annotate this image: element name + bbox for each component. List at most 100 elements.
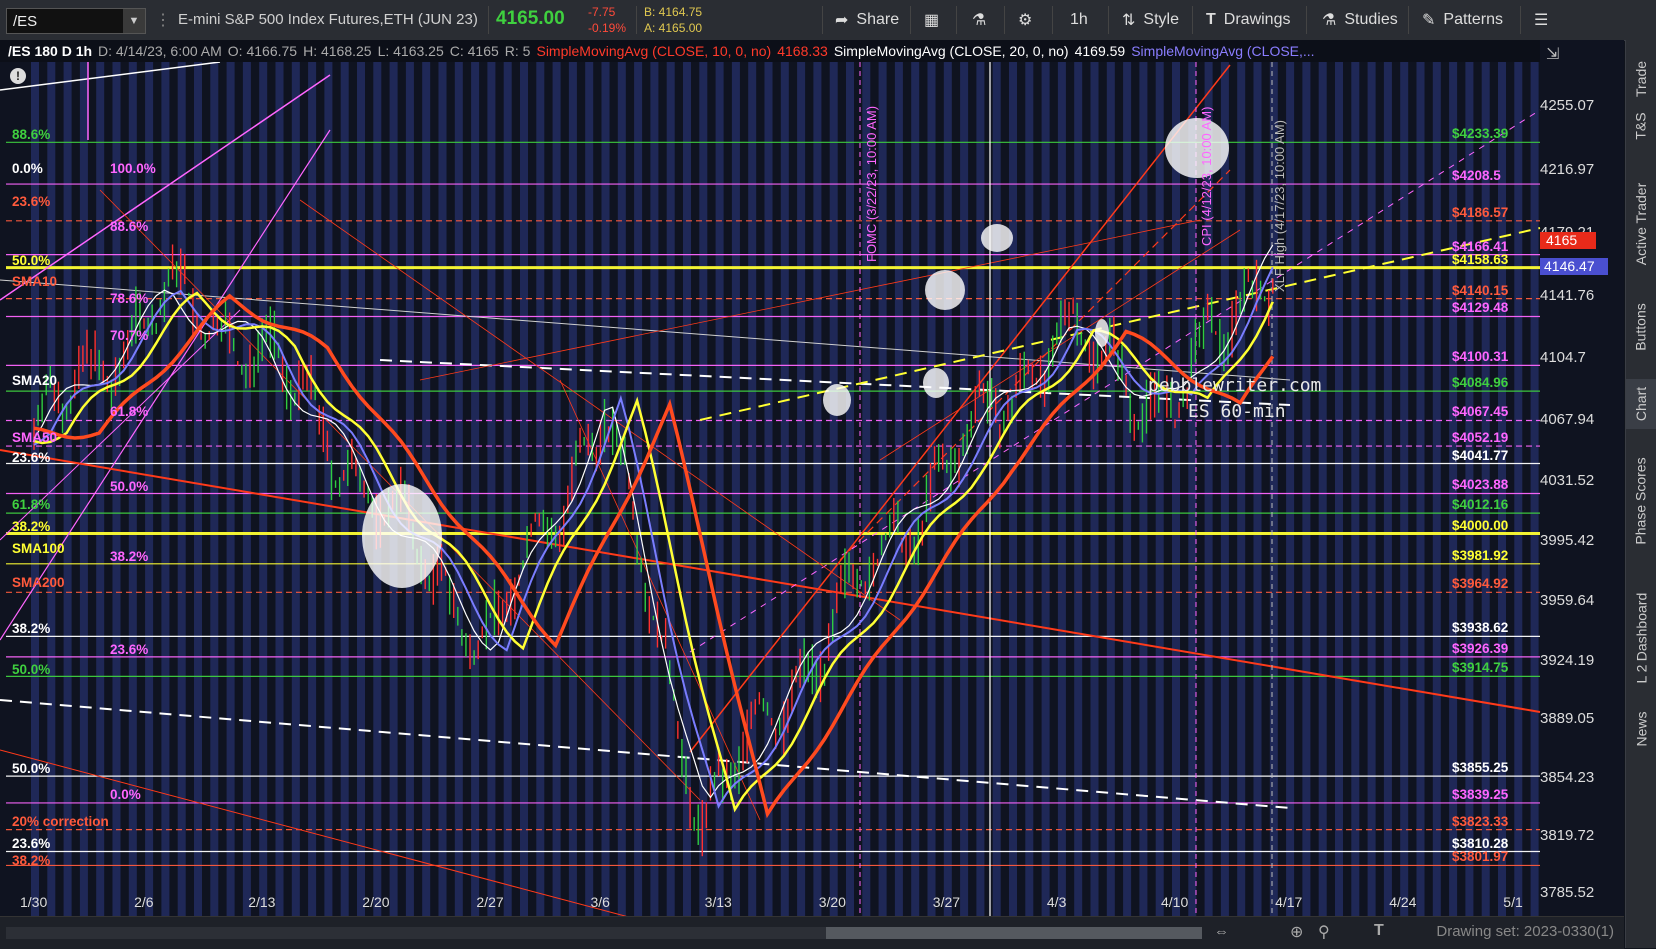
xlf-annotation: XLF High (4/17/23, 10:00 AM) [1272,120,1287,292]
session-stripe [210,62,219,916]
price-axis-label: 4216.97 [1540,160,1595,178]
price-level-label: $4041.77 [1452,447,1509,463]
price-level-label: $4000.00 [1452,517,1509,533]
settings-button[interactable]: ⚙ [1018,0,1032,40]
grid-icon: ▦ [924,12,940,29]
date-axis-label: 4/17 [1275,894,1303,910]
fib-level-label: 23.6% [12,194,51,210]
session-stripe [1139,62,1148,916]
session-stripe [1514,62,1523,916]
fib-level-label: 50.0% [110,478,149,494]
sidebar-tab[interactable]: Buttons [1626,292,1656,362]
fib-level-label: 38.2% [12,519,51,535]
symbol-input[interactable]: /ES ▼ [6,8,146,34]
menu-button[interactable]: ☰ [1534,0,1548,40]
session-stripe [568,62,577,916]
session-stripe [422,62,431,916]
gear-icon: ⚙ [1018,12,1033,29]
bar-close: C: 4165 [449,43,499,59]
price-chart[interactable] [0,40,1624,916]
session-stripe [536,62,545,916]
scrollbar-thumb[interactable] [826,927,1202,939]
fib-level-label: 78.6% [110,291,149,307]
sidebar-tab[interactable]: T&S [1626,101,1656,151]
price-level-label: $3801.97 [1452,849,1509,865]
fib-level-label: SMA100 [12,540,65,556]
session-stripe [242,62,251,916]
chart-canvas[interactable] [0,40,1624,916]
session-stripe [340,62,349,916]
fib-level-label: 23.6% [110,641,149,657]
sma10-study[interactable]: SimpleMovingAvg (CLOSE, 10, 0, no) [536,43,771,59]
flask-button[interactable]: ⚗ [972,0,986,40]
grid-button[interactable]: ▦ [924,0,939,40]
sidebar-tab[interactable]: L 2 [1626,654,1656,694]
pan-icon[interactable]: ⇔ [1214,923,1229,940]
session-stripe [617,62,626,916]
price-level-label: $4067.45 [1452,404,1509,420]
crosshair-icon[interactable]: ⊕ [1290,922,1303,942]
fib-level-label: 61.8% [110,403,149,419]
session-stripe [1335,62,1343,916]
price-level-label: $4186.57 [1452,204,1509,220]
last-price-tag: 4165 [1540,232,1596,249]
sidebar-tab[interactable]: News [1626,699,1656,759]
sma20-study[interactable]: SimpleMovingAvg (CLOSE, 20, 0, no) [834,43,1069,59]
price-level-label: $4012.16 [1452,497,1509,513]
price-axis-label: 3785.52 [1540,884,1595,901]
style-button[interactable]: ⇅ Style [1122,0,1179,40]
session-stripe [813,62,822,916]
horizontal-scrollbar[interactable] [6,927,1202,939]
session-stripe [194,62,202,916]
text-tool-icon[interactable]: T [1374,922,1384,940]
date-axis-label: 4/24 [1389,894,1417,910]
fib-level-label: 0.0% [110,787,141,803]
price-level-label: $3914.75 [1452,660,1509,676]
sidebar-tab[interactable]: Chart [1626,379,1656,429]
sma-study-3[interactable]: SimpleMovingAvg (CLOSE,... [1131,43,1314,59]
price-axis-label: 4067.94 [1540,410,1595,428]
price-axis-label: 3889.05 [1540,710,1595,728]
session-stripe [31,62,39,916]
drawing-set-label[interactable]: Drawing set: 2023-0330(1) [1436,923,1614,940]
session-stripe [1074,62,1083,916]
symbol-text: /ES [13,12,38,30]
price-level-label: $4023.88 [1452,477,1509,493]
highlight-ellipse [823,384,851,416]
fib-level-label: 38.2% [12,621,51,637]
fib-level-label: SMA20 [12,373,58,389]
symbol-dropdown-icon[interactable]: ▼ [123,9,145,33]
share-button[interactable]: ➦ Share [835,0,899,40]
session-stripe [1253,62,1262,916]
price-level-label: $3964.92 [1452,576,1509,592]
session-stripe [1400,62,1409,916]
watermark-label: ES 60-min [1188,401,1286,422]
price-level-label: $4158.63 [1452,251,1509,267]
patterns-button[interactable]: ✎ Patterns [1422,0,1503,40]
sidebar-tab[interactable]: Phase Scores [1626,436,1656,566]
date-axis-label: 2/6 [134,894,154,910]
link-icon[interactable]: ⋮ [155,10,171,30]
session-stripe [259,62,268,916]
bottom-bar: ⇔ ⊕ ⚲ T Drawing set: 2023-0330(1) [0,916,1624,949]
session-stripe [878,62,887,916]
timeframe-button[interactable]: 1h [1070,0,1088,40]
collapse-icon[interactable]: ⇲ [1546,44,1559,64]
session-stripe [1416,62,1425,916]
date-axis-label: 4/3 [1046,894,1067,910]
bar-range: R: 5 [504,43,531,59]
sidebar-tab[interactable]: Active Trader [1626,164,1656,284]
fib-level-label: 100.0% [110,160,156,176]
alert-icon[interactable]: ! [10,68,26,84]
session-stripe [275,62,284,916]
session-stripe [1432,62,1441,916]
drawings-button[interactable]: T Drawings [1206,0,1290,40]
session-stripe [666,62,675,916]
date-axis-label: 5/1 [1503,894,1523,910]
studies-button[interactable]: ⚗ Studies [1322,0,1398,40]
cpi-annotation: CPI (4/12/23, 10:00 AM) [1199,106,1214,246]
session-stripe [1367,62,1376,916]
flask-icon: ⚗ [972,12,987,29]
zoom-icon[interactable]: ⚲ [1318,922,1330,942]
fib-level-label: 38.2% [110,549,149,565]
